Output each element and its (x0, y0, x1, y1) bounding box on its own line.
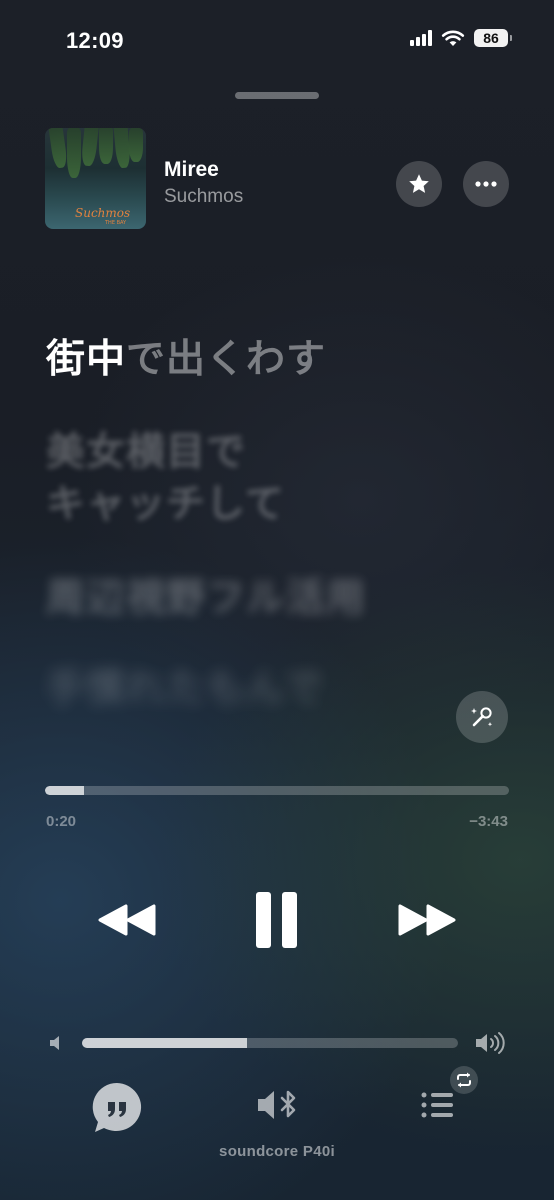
rewind-button[interactable] (96, 890, 158, 954)
speaker-bluetooth-icon (258, 1090, 296, 1119)
lyric-line-active[interactable]: 街中で出くわす (46, 328, 326, 384)
album-artwork[interactable]: Suchmos THE BAY (45, 128, 146, 229)
battery-icon: 86 (474, 29, 512, 47)
pause-button[interactable] (250, 890, 304, 954)
sheet-grabber[interactable] (235, 92, 319, 99)
volume-slider[interactable] (82, 1038, 458, 1048)
remaining-time: −3:43 (469, 813, 508, 830)
queue-button[interactable] (420, 1090, 456, 1120)
lyric-unsung-part: で出くわす (126, 337, 327, 382)
lyric-line[interactable]: 美女横目で (46, 428, 246, 478)
cellular-signal-icon (410, 30, 432, 46)
ellipsis-icon (475, 181, 497, 187)
audio-output-button[interactable] (256, 1088, 302, 1122)
favorite-button[interactable] (396, 161, 442, 207)
speaker-high-icon (476, 1032, 505, 1054)
star-icon (409, 174, 429, 193)
lyric-sung-part: 街中 (46, 337, 127, 382)
list-icon (421, 1092, 453, 1118)
track-title[interactable]: Miree (164, 158, 219, 182)
microphone-sparkle-icon (471, 707, 493, 727)
lyric-line[interactable]: キャッチして (46, 480, 285, 530)
fast-forward-icon (398, 904, 456, 936)
playback-progress-bar[interactable] (45, 786, 509, 795)
volume-fill (82, 1038, 248, 1048)
lyric-line[interactable]: 手慣れたもんで (46, 664, 324, 714)
repeat-button[interactable] (450, 1066, 478, 1094)
lyric-line[interactable]: 周辺視野フル活用 (46, 574, 366, 624)
battery-level: 86 (483, 30, 499, 46)
elapsed-time: 0:20 (46, 813, 77, 830)
speaker-low-icon (50, 1036, 59, 1050)
artwork-subtext: THE BAY (105, 220, 127, 226)
wifi-icon (441, 30, 465, 46)
repeat-icon (457, 1072, 471, 1088)
output-device-label: soundcore P40i (219, 1143, 335, 1160)
status-time: 12:09 (66, 28, 124, 53)
rewind-icon (98, 904, 156, 936)
artwork-text: Suchmos (75, 206, 131, 220)
track-artist[interactable]: Suchmos (164, 186, 243, 208)
progress-fill (45, 786, 84, 795)
pause-icon (256, 892, 297, 948)
quote-bubble-icon (92, 1082, 142, 1132)
sing-button[interactable] (456, 691, 508, 743)
lyrics-button[interactable] (89, 1080, 145, 1136)
status-icons: 86 (410, 29, 512, 47)
more-options-button[interactable] (463, 161, 509, 207)
fast-forward-button[interactable] (396, 890, 458, 954)
